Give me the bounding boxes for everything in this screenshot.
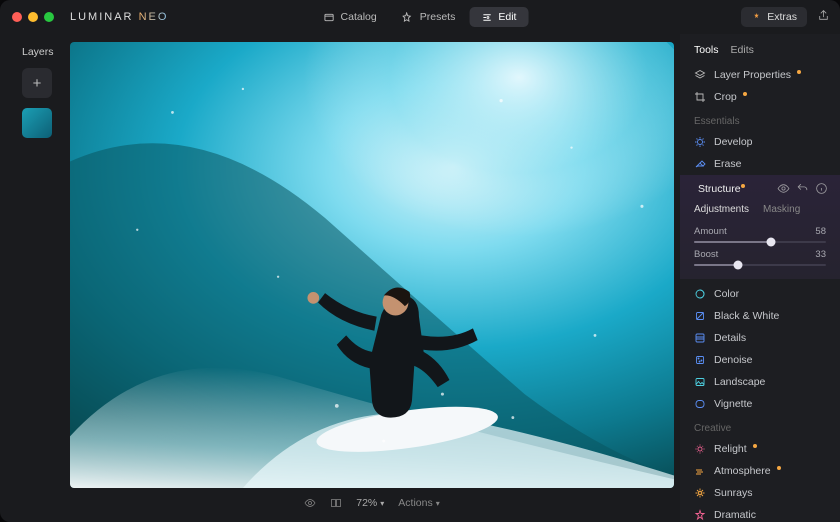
top-nav: Catalog Presets Edit [312,0,529,34]
tool-dramatic[interactable]: Dramatic [680,504,840,522]
app-body: Layers + [0,34,840,522]
erase-icon [694,158,706,170]
tool-vignette[interactable]: Vignette [680,393,840,415]
share-button[interactable] [817,9,830,25]
close-window-button[interactable] [12,12,22,22]
modified-indicator [741,184,745,188]
tool-develop[interactable]: Develop [680,131,840,153]
app-logo: LUMINAR NEO [70,11,168,23]
details-icon [694,332,706,344]
modified-indicator [753,444,757,448]
tab-catalog-label: Catalog [341,11,377,23]
layers-sidebar: Layers + [0,34,70,522]
tool-details[interactable]: Details [680,327,840,349]
bw-icon [694,310,706,322]
layers-icon [694,69,706,81]
right-tabs: Tools Edits [680,42,840,64]
info-icon[interactable] [815,182,828,195]
crop-icon [694,91,706,103]
color-icon [694,288,706,300]
atmosphere-icon [694,465,706,477]
structure-label[interactable]: Structure [698,183,771,195]
tool-landscape[interactable]: Landscape [680,371,840,393]
tool-structure-panel: Structure Adjustments Masking Amount58 B… [680,175,840,279]
develop-icon [694,136,706,148]
maximize-window-button[interactable] [44,12,54,22]
tool-color[interactable]: Color [680,283,840,305]
structure-subtabs: Adjustments Masking [680,202,840,223]
layer-thumbnail[interactable] [22,108,52,138]
visibility-toggle-icon[interactable] [777,182,790,195]
modified-indicator [777,466,781,470]
tab-presets[interactable]: Presets [391,7,468,27]
app-window: LUMINAR NEO Catalog Presets Edit Extras [0,0,840,522]
window-controls [12,12,54,22]
layers-title: Layers [22,46,70,58]
tool-black-white[interactable]: Black & White [680,305,840,327]
tab-presets-label: Presets [420,11,456,23]
boost-slider[interactable] [694,264,826,266]
tab-edits[interactable]: Edits [731,44,754,56]
tool-sunrays[interactable]: Sunrays [680,482,840,504]
titlebar: LUMINAR NEO Catalog Presets Edit Extras [0,0,840,34]
relight-icon [694,443,706,455]
zoom-dropdown[interactable]: 72%▾ [356,497,384,509]
modified-indicator [743,92,747,96]
section-creative: Creative [680,415,840,438]
tool-relight[interactable]: Relight [680,438,840,460]
modified-indicator [797,70,801,74]
undo-icon[interactable] [796,182,809,195]
extras-button[interactable]: Extras [741,7,807,27]
top-right-controls: Extras [741,0,830,34]
section-essentials: Essentials [680,108,840,131]
tool-crop[interactable]: Crop [680,86,840,108]
tab-tools[interactable]: Tools [694,44,719,56]
tools-sidebar: Tools Edits Layer Properties Crop Essent… [680,34,840,522]
landscape-icon [694,376,706,388]
edited-image [70,42,674,488]
dramatic-icon [694,509,706,521]
tab-edit-label: Edit [498,11,516,23]
quick-preview-icon[interactable] [304,497,316,509]
slider-amount: Amount58 [680,223,840,246]
minimize-window-button[interactable] [28,12,38,22]
tool-layer-properties[interactable]: Layer Properties [680,64,840,86]
sunrays-icon [694,487,706,499]
vignette-icon [694,398,706,410]
add-layer-button[interactable]: + [22,68,52,98]
subtab-masking[interactable]: Masking [763,204,800,215]
tab-catalog[interactable]: Catalog [312,7,389,27]
tab-edit[interactable]: Edit [469,7,528,27]
tool-erase[interactable]: Erase [680,153,840,175]
tool-denoise[interactable]: Denoise [680,349,840,371]
tool-atmosphere[interactable]: Atmosphere [680,460,840,482]
denoise-icon [694,354,706,366]
actions-dropdown[interactable]: Actions▾ [398,497,439,509]
center-panel: 72%▾ Actions▾ [70,34,680,522]
amount-slider[interactable] [694,241,826,243]
canvas-bottombar: 72%▾ Actions▾ [70,488,674,518]
subtab-adjustments[interactable]: Adjustments [694,204,749,215]
image-canvas[interactable] [70,42,674,488]
slider-boost: Boost33 [680,246,840,269]
extras-label: Extras [767,11,797,23]
compare-icon[interactable] [330,497,342,509]
